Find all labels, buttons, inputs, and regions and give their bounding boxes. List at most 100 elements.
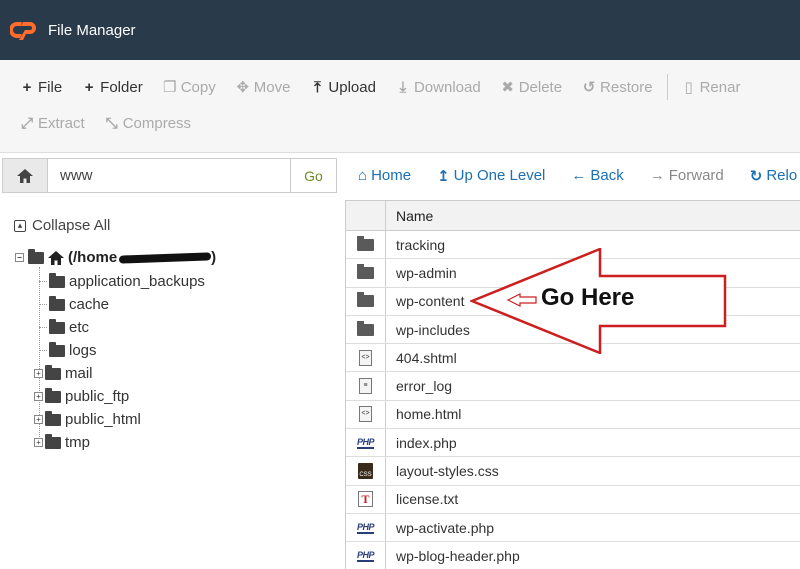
tree-item-label: application_backups [69, 273, 205, 290]
file-label: File [38, 78, 63, 96]
php-file-icon: PHP [356, 436, 375, 449]
toolbar-row-primary: + File + Folder ❐ Copy ✥ Move ⤒ Upload ⤓ Download ✖ D… [0, 72, 740, 102]
tree-item-logs[interactable]: logs [39, 341, 97, 359]
file-name: error_log [396, 378, 453, 395]
file-icon-cell [346, 287, 386, 315]
navigation-bar: ⌂ Home ↥ Up One Level ← Back → Forward ↻ Relo [358, 158, 800, 193]
go-button[interactable]: Go [291, 158, 337, 193]
folder-icon [357, 320, 374, 336]
tree-item-label: tmp [65, 434, 91, 451]
copy-button[interactable]: ❐ Copy [162, 78, 216, 97]
toolbar: + File + Folder ❐ Copy ✥ Move ⤒ Upload ⤓ Download ✖ D… [0, 60, 800, 153]
tree-item-label: etc [69, 319, 90, 336]
folder-icon [49, 295, 65, 311]
file-name: index.php [396, 434, 457, 451]
top-bar: File Manager [0, 0, 800, 60]
folder-icon [45, 387, 61, 403]
file-name: wp-content [396, 293, 465, 310]
upload-button[interactable]: ⤒ Upload [310, 79, 376, 96]
expand-icon[interactable]: + [34, 369, 43, 378]
tree-item-public-html[interactable]: + public_html [34, 410, 141, 428]
delete-label: Delete [518, 78, 563, 96]
delete-button[interactable]: ✖ Delete [501, 78, 563, 97]
tree-item-cache[interactable]: cache [39, 295, 109, 313]
plus-icon: + [22, 78, 32, 96]
file-name: wp-admin [396, 264, 457, 281]
table-row[interactable]: PHP wp-blog-header.php [346, 542, 800, 569]
redacted-username [119, 251, 212, 264]
file-icon-cell: <> [346, 400, 386, 429]
tree-connector [39, 304, 47, 305]
tree-connector [39, 327, 47, 328]
folder-icon [45, 410, 61, 426]
expand-icon[interactable]: + [34, 415, 43, 424]
nav-label: Back [590, 167, 624, 184]
upload-label: Upload [328, 78, 376, 96]
home-icon [48, 250, 64, 265]
table-row[interactable]: PHP index.php [346, 429, 800, 458]
folder-button[interactable]: + Folder [82, 79, 143, 96]
table-header: Name [346, 201, 800, 231]
expand-icon[interactable]: + [34, 438, 43, 447]
tree-item-public-ftp[interactable]: + public_ftp [34, 387, 129, 405]
home-path-button[interactable] [2, 158, 47, 193]
nav-label: Relo [766, 167, 798, 184]
folder-icon [357, 235, 374, 251]
copy-icon: ❐ [162, 79, 177, 96]
open-folder-icon [28, 248, 44, 264]
extract-button[interactable]: ⤢ Extract [20, 115, 85, 132]
cpanel-logo[interactable] [10, 19, 42, 41]
restore-button[interactable]: ↺ Restore [582, 78, 653, 97]
collapse-expander-icon[interactable]: − [15, 253, 24, 262]
upload-icon: ⤒ [314, 78, 321, 96]
table-row[interactable]: ≡ error_log [346, 372, 800, 401]
file-icon-cell [346, 231, 386, 259]
restore-icon: ↺ [582, 79, 596, 96]
file-icon-cell: T [346, 485, 386, 513]
compress-button[interactable]: ⤡ Compress [105, 115, 191, 132]
tree-root[interactable]: − (/home ) [15, 248, 216, 266]
relo-nav-button[interactable]: ↻ Relo [750, 167, 797, 185]
tree-item-application-backups[interactable]: application_backups [39, 272, 205, 290]
table-row[interactable]: PHP wp-activate.php [346, 513, 800, 543]
tree-item-tmp[interactable]: + tmp [34, 433, 91, 451]
table-row[interactable]: CSS layout-styles.css [346, 457, 800, 486]
file-name: home.html [396, 406, 462, 423]
file-name: license.txt [396, 491, 459, 508]
tree-item-mail[interactable]: + mail [34, 364, 93, 382]
css-file-icon: CSS [358, 463, 373, 480]
html-file-icon: <> [359, 406, 372, 423]
tree-item-etc[interactable]: etc [39, 318, 90, 336]
nav-label: Forward [668, 167, 724, 184]
path-input[interactable] [47, 158, 291, 193]
download-icon: ⤓ [399, 78, 407, 96]
up-one-level-nav-button[interactable]: ↥ Up One Level [437, 167, 545, 185]
icon-column-header[interactable] [346, 201, 386, 230]
forward-nav-button[interactable]: → Forward [650, 167, 724, 184]
table-row[interactable]: <> home.html [346, 400, 800, 430]
folder-icon [49, 272, 65, 288]
compress-label: Compress [122, 114, 192, 132]
file-icon-cell: CSS [346, 457, 386, 485]
renar-button[interactable]: ▯ Renar [682, 78, 740, 97]
toolbar-separator [666, 74, 668, 100]
expand-icon[interactable]: + [34, 392, 43, 401]
back-nav-button[interactable]: ← Back [571, 167, 623, 184]
table-row[interactable]: Tlicense.txt [346, 485, 800, 514]
php-file-icon: PHP [356, 521, 375, 534]
file-button[interactable]: + File [20, 78, 63, 96]
forward-arrow-icon: → [649, 167, 665, 184]
plus-icon: + [84, 78, 94, 96]
collapse-all-button[interactable]: ▴ Collapse All [14, 217, 110, 234]
move-icon: ✥ [236, 79, 250, 96]
home-icon [17, 168, 33, 183]
delete-icon: ✖ [501, 79, 514, 96]
tree-connector [39, 281, 47, 282]
path-bar: Go [2, 158, 337, 193]
move-button[interactable]: ✥ Move [236, 78, 290, 97]
home-nav-button[interactable]: ⌂ Home [358, 167, 411, 184]
annotation-text: Go Here [541, 284, 635, 311]
download-button[interactable]: ⤓ Download [396, 79, 481, 96]
name-column-header[interactable]: Name [386, 201, 433, 230]
file-name: wp-blog-header.php [396, 547, 520, 564]
